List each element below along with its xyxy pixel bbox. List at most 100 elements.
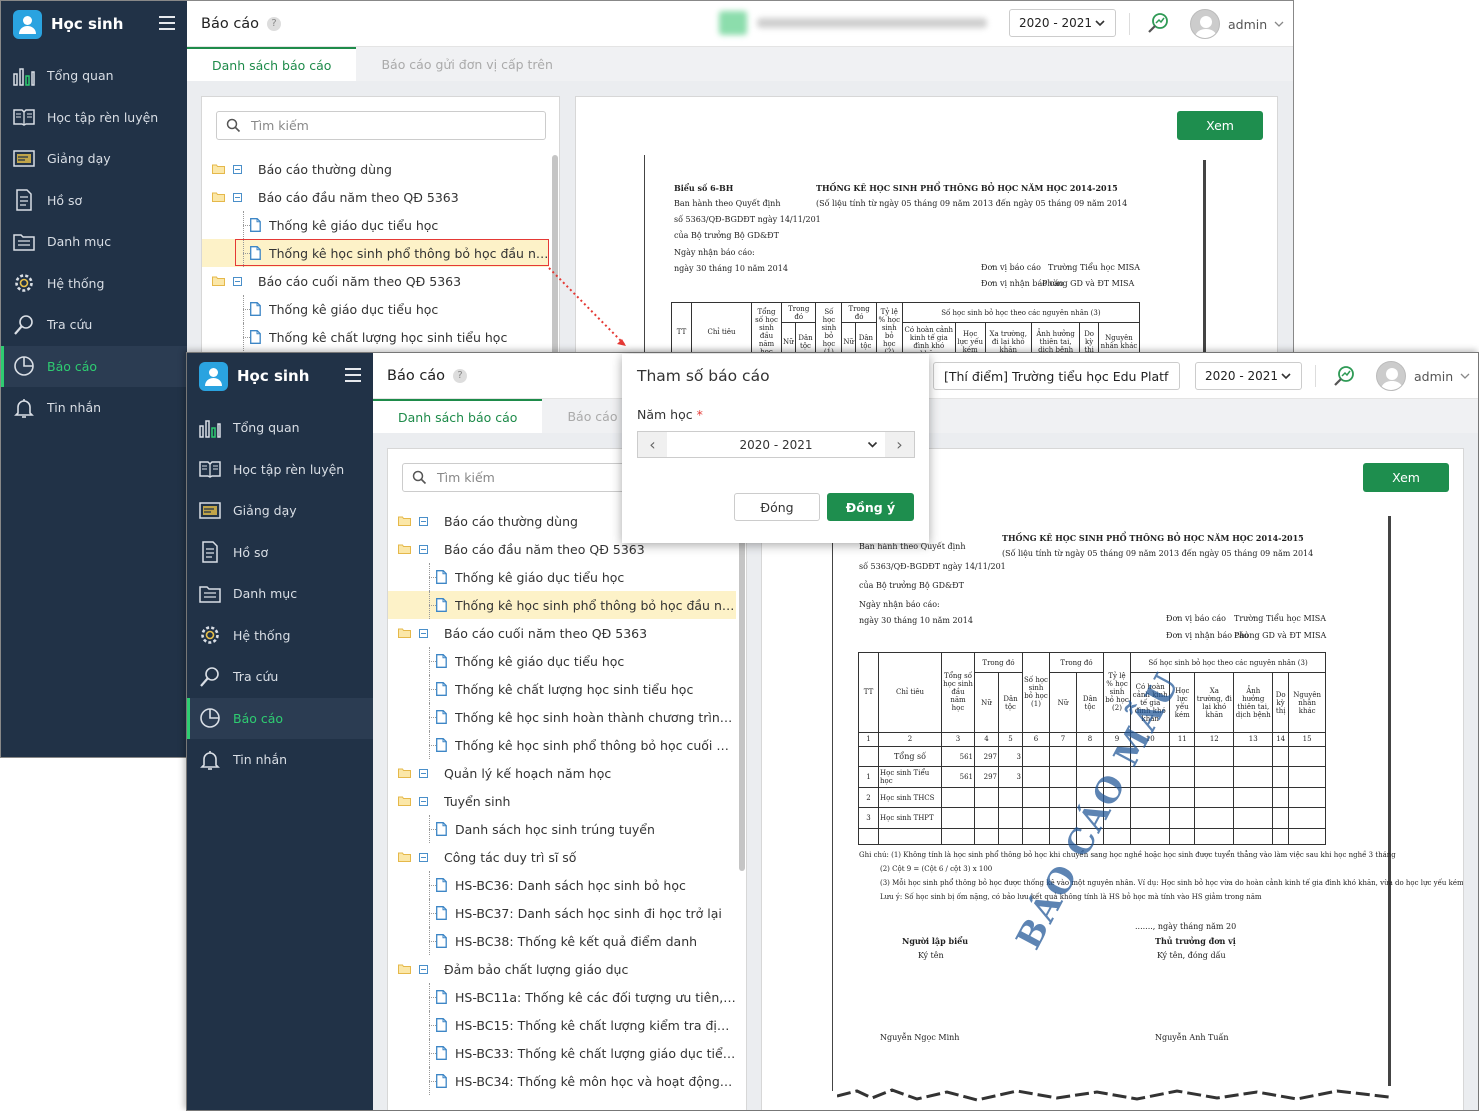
pie-chart-icon bbox=[12, 354, 47, 378]
tree-report-item[interactable]: Thống kê học sinh phổ thông bỏ học cuối … bbox=[388, 731, 736, 759]
collapse-icon[interactable] bbox=[419, 964, 428, 974]
tab-report-list[interactable]: Danh sách báo cáo bbox=[373, 399, 543, 433]
tree-folder[interactable]: Báo cáo cuối năm theo QĐ 5363 bbox=[202, 267, 549, 295]
chart-tool-icon[interactable] bbox=[1145, 10, 1171, 36]
col-number: 5 bbox=[998, 731, 1023, 747]
document-icon bbox=[436, 822, 447, 836]
view-button[interactable]: Xem bbox=[1177, 111, 1263, 140]
tree-report-item[interactable]: HS-BC38: Thống kê kết quả điểm danh bbox=[388, 927, 736, 955]
col-header: Trong đó bbox=[841, 301, 877, 324]
collapse-icon[interactable] bbox=[233, 192, 242, 202]
document-icon bbox=[198, 540, 233, 564]
sidebar-item-3[interactable]: Hồ sơ bbox=[1, 180, 187, 222]
sidebar-item-0[interactable]: Tổng quan bbox=[187, 407, 373, 449]
tree-report-item[interactable]: Thống kê giáo dục tiểu học bbox=[388, 647, 736, 675]
tree-report-item[interactable]: Thống kê giáo dục tiểu học bbox=[202, 295, 549, 323]
sidebar-item-label: Tổng quan bbox=[233, 420, 300, 436]
tree-report-item[interactable]: Danh sách học sinh trúng tuyển bbox=[388, 815, 736, 843]
tree-folder[interactable]: Tuyển sinh bbox=[388, 787, 736, 815]
table-cell bbox=[1169, 807, 1196, 829]
report-text: số 5363/QĐ-BGDĐT ngày 14/11/201 bbox=[859, 562, 1006, 571]
table-cell bbox=[941, 807, 975, 829]
sidebar-item-5[interactable]: Hệ thống bbox=[187, 615, 373, 657]
chevron-down-icon bbox=[1460, 373, 1470, 379]
tree-report-item[interactable]: HS-BC36: Danh sách học sinh bỏ học bbox=[388, 871, 736, 899]
user-menu[interactable]: admin bbox=[1190, 9, 1285, 39]
confirm-button[interactable]: Đồng ý bbox=[827, 493, 914, 521]
tree-folder[interactable]: Quản lý kế hoạch năm học bbox=[388, 759, 736, 787]
collapse-icon[interactable] bbox=[419, 852, 428, 862]
school-selector[interactable]: [Thí điểm] Trường tiểu học Edu Platform … bbox=[933, 362, 1180, 390]
tab-report-upper[interactable]: Báo cáo gửi đơn vị cấp trên bbox=[356, 47, 577, 81]
paper-border bbox=[1388, 516, 1391, 1086]
sidebar-item-3[interactable]: Hồ sơ bbox=[187, 532, 373, 574]
menu-toggle-icon[interactable] bbox=[159, 16, 175, 30]
year-selector[interactable]: 2020 - 2021 bbox=[1009, 9, 1116, 37]
tree-report-item[interactable]: Thống kê giáo dục tiểu học bbox=[202, 211, 549, 239]
sidebar-item-4[interactable]: Danh mục bbox=[1, 221, 187, 263]
document-icon bbox=[436, 598, 447, 612]
user-menu[interactable]: admin bbox=[1376, 361, 1471, 391]
brand: Học sinh bbox=[187, 353, 373, 399]
tree-report-item[interactable]: HS-BC37: Danh sách học sinh đi học trở l… bbox=[388, 899, 736, 927]
scrollbar[interactable] bbox=[739, 511, 745, 871]
tree-report-item[interactable]: HS-BC11a: Thống kê các đối tượng ưu tiên… bbox=[388, 983, 736, 1011]
tree-report-item[interactable]: HS-BC33: Thống kê chất lượng giáo dục ti… bbox=[388, 1039, 736, 1067]
tree-folder[interactable]: Đảm bảo chất lượng giáo dục bbox=[388, 955, 736, 983]
sidebar-item-5[interactable]: Hệ thống bbox=[1, 263, 187, 305]
sidebar-item-7[interactable]: Báo cáo bbox=[187, 697, 373, 739]
sidebar-item-0[interactable]: Tổng quan bbox=[1, 55, 187, 97]
tree-report-item[interactable]: HS-BC34: Thống kê môn học và hoạt động g… bbox=[388, 1067, 736, 1095]
brand: Học sinh bbox=[1, 1, 187, 47]
tab-report-list[interactable]: Danh sách báo cáo bbox=[187, 47, 357, 81]
tree-folder[interactable]: Công tác duy trì sĩ số bbox=[388, 843, 736, 871]
report-text: của Bộ trưởng Bộ GD&ĐT bbox=[674, 231, 779, 240]
collapse-icon[interactable] bbox=[419, 544, 428, 554]
next-year-button[interactable]: › bbox=[885, 432, 914, 457]
tree-report-item[interactable]: Thống kê chất lượng học sinh tiểu học bbox=[202, 323, 549, 351]
prev-year-button[interactable]: ‹ bbox=[638, 432, 667, 457]
menu-toggle-icon[interactable] bbox=[345, 368, 361, 382]
collapse-icon[interactable] bbox=[233, 164, 242, 174]
sidebar-item-8[interactable]: Tin nhắn bbox=[1, 387, 187, 429]
year-selector[interactable]: 2020 - 2021 bbox=[1195, 362, 1302, 390]
sidebar-item-2[interactable]: Giảng dạy bbox=[1, 138, 187, 180]
sidebar-item-6[interactable]: Tra cứu bbox=[187, 656, 373, 698]
tree-item-label: HS-BC33: Thống kê chất lượng giáo dục ti… bbox=[455, 1045, 736, 1061]
collapse-icon[interactable] bbox=[419, 628, 428, 638]
tree-line bbox=[429, 577, 436, 578]
chart-tool-icon[interactable] bbox=[1331, 363, 1357, 389]
tree-line bbox=[429, 997, 436, 998]
folder-icon bbox=[398, 544, 411, 554]
tree-report-item[interactable]: Thống kê học sinh phổ thông bỏ học đầu n… bbox=[388, 591, 736, 619]
tree-folder[interactable]: Báo cáo thường dùng bbox=[202, 155, 549, 183]
tree-line bbox=[429, 913, 436, 914]
col-number: 2 bbox=[878, 731, 942, 747]
help-icon[interactable]: ? bbox=[453, 368, 468, 383]
sidebar-item-7[interactable]: Báo cáo bbox=[1, 345, 187, 387]
tree-report-item[interactable]: Thống kê chất lượng học sinh tiểu học bbox=[388, 675, 736, 703]
sidebar-item-4[interactable]: Danh mục bbox=[187, 573, 373, 615]
chevron-down-icon bbox=[1281, 373, 1291, 380]
search-input[interactable]: Tìm kiếm bbox=[216, 111, 546, 140]
collapse-icon[interactable] bbox=[419, 796, 428, 806]
sidebar-item-1[interactable]: Học tập rèn luyện bbox=[1, 97, 187, 139]
sidebar-item-8[interactable]: Tin nhắn bbox=[187, 739, 373, 781]
collapse-icon[interactable] bbox=[233, 276, 242, 286]
tree-report-item[interactable]: Thống kê học sinh hoàn thành chương trìn… bbox=[388, 703, 736, 731]
tree-folder[interactable]: Báo cáo cuối năm theo QĐ 5363 bbox=[388, 619, 736, 647]
tree-report-item[interactable]: HS-BC15: Thống kê chất lượng kiểm tra đị… bbox=[388, 1011, 736, 1039]
tree-report-item[interactable]: Thống kê giáo dục tiểu học bbox=[388, 563, 736, 591]
help-icon[interactable]: ? bbox=[267, 16, 282, 31]
tree-folder[interactable]: Báo cáo đầu năm theo QĐ 5363 bbox=[202, 183, 549, 211]
close-button[interactable]: Đóng bbox=[734, 493, 820, 521]
view-button[interactable]: Xem bbox=[1363, 463, 1449, 492]
school-year-select[interactable]: 2020 - 2021 bbox=[667, 432, 885, 457]
collapse-icon[interactable] bbox=[419, 516, 428, 526]
report-text: Người lập biểu bbox=[902, 936, 969, 946]
chevron-right-icon: › bbox=[896, 435, 903, 454]
sidebar-item-1[interactable]: Học tập rèn luyện bbox=[187, 449, 373, 491]
collapse-icon[interactable] bbox=[419, 768, 428, 778]
sidebar-item-2[interactable]: Giảng dạy bbox=[187, 490, 373, 532]
sidebar-item-6[interactable]: Tra cứu bbox=[1, 304, 187, 346]
